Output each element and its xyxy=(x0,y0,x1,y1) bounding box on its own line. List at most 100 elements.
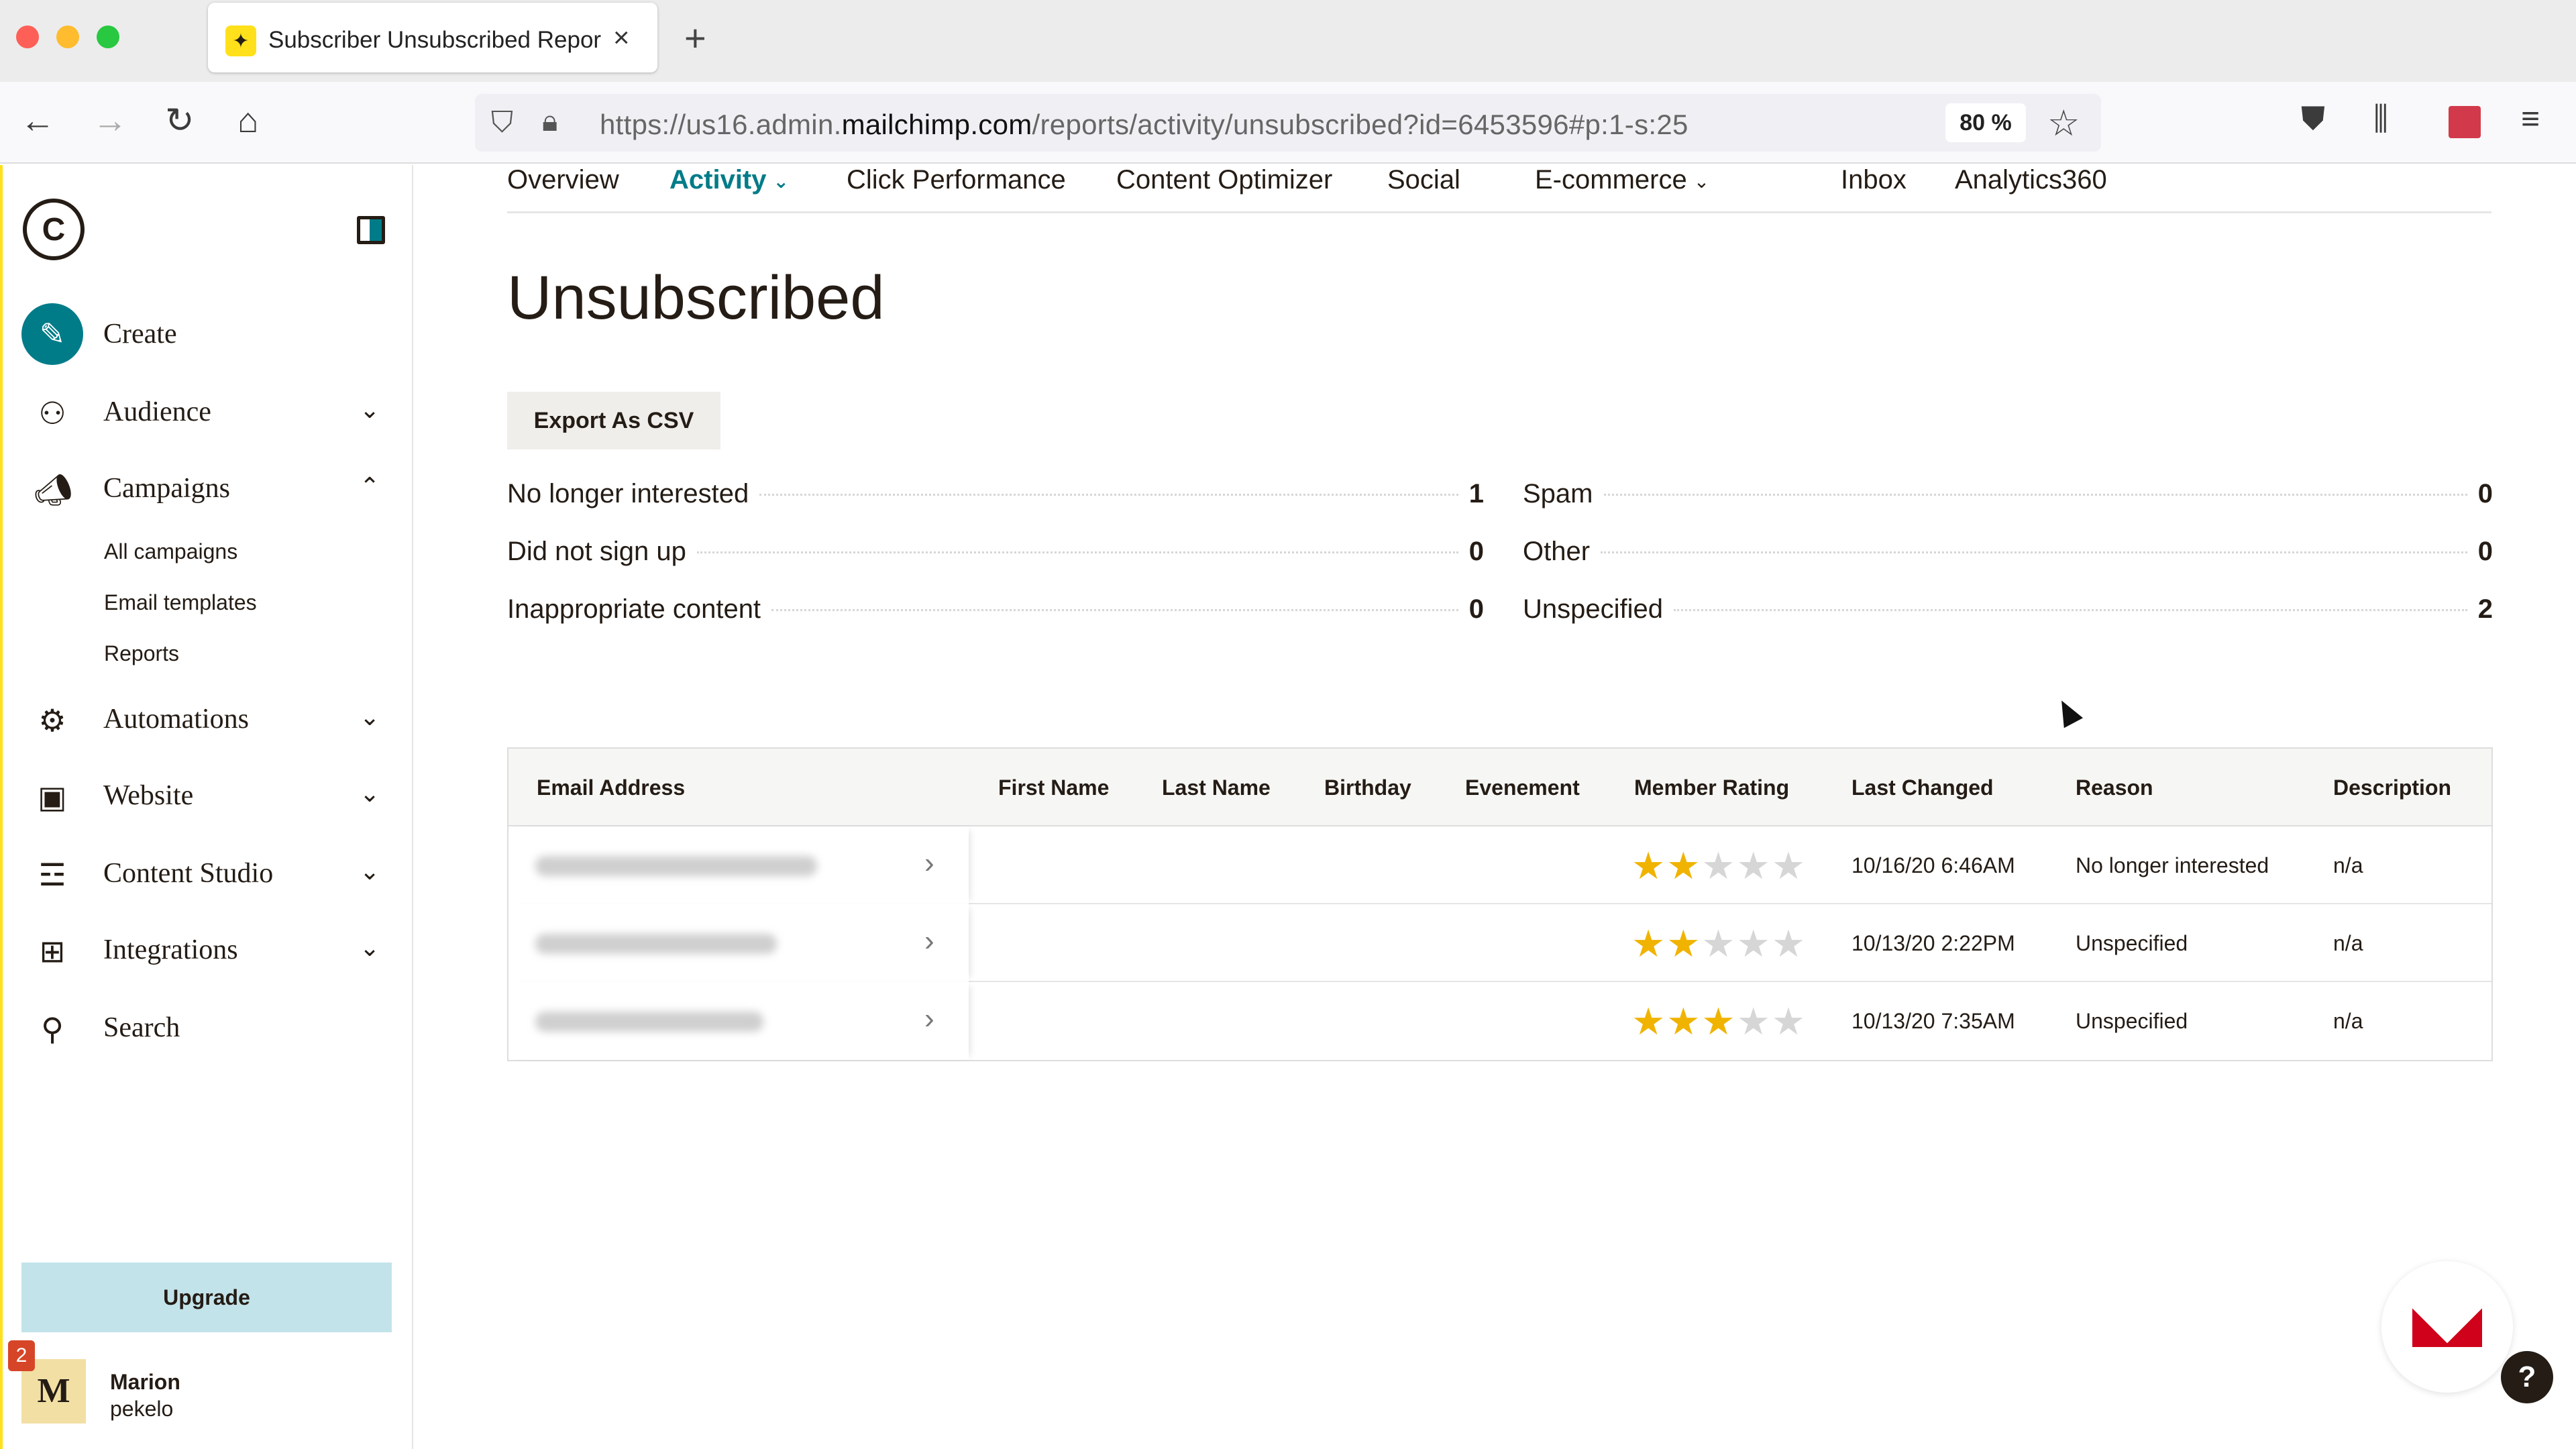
star-filled-icon: ★ xyxy=(1631,845,1667,887)
forward-arrow-icon[interactable]: → xyxy=(93,101,127,141)
back-arrow-icon[interactable]: ← xyxy=(20,101,55,141)
website-icon: ▣ xyxy=(38,780,67,814)
chevron-down-icon: ⌄ xyxy=(773,170,789,192)
tab-inbox[interactable]: Inbox xyxy=(1841,165,1907,195)
stat-label: Did not sign up xyxy=(507,537,686,566)
column-header-last-name[interactable]: Last Name xyxy=(1162,775,1271,800)
reload-icon[interactable]: ↻ xyxy=(165,101,195,141)
sidebar-subitem-all-campaigns[interactable]: All campaigns xyxy=(104,539,237,564)
chat-widget-logo-icon[interactable] xyxy=(2381,1261,2513,1393)
window-close-button[interactable] xyxy=(16,25,39,48)
star-filled-icon: ★ xyxy=(1666,922,1702,965)
sidebar-item-audience[interactable]: ⚇ Audience ⌄ xyxy=(0,381,413,441)
url-text[interactable]: https://us16.admin.mailchimp.com/reports… xyxy=(600,109,1688,141)
zoom-level-badge[interactable]: 80 % xyxy=(1945,103,2026,142)
last-changed-cell: 10/13/20 2:22PM xyxy=(1851,931,2015,955)
help-button[interactable]: ? xyxy=(2501,1351,2553,1403)
stat-row: No longer interested 1 xyxy=(507,479,1484,517)
bookmark-star-icon[interactable]: ☆ xyxy=(2047,102,2080,144)
star-empty-icon: ★ xyxy=(1736,845,1772,887)
table-row[interactable]: › ★★★★★ 10/13/20 7:35AM Unspecified n/a xyxy=(508,982,2491,1060)
sidebar-collapse-icon[interactable] xyxy=(357,216,385,244)
integrations-icon: ⊞ xyxy=(39,934,66,969)
table-header: Email Address First Name Last Name Birth… xyxy=(508,749,2491,826)
stat-row: Unspecified 2 xyxy=(1523,594,2493,632)
report-tabs: Overview Activity ⌄ Click Performance Con… xyxy=(507,165,2491,213)
extension-icon[interactable] xyxy=(2449,106,2481,138)
sidebar-item-campaigns[interactable]: 📣︎ Campaigns ⌃ xyxy=(0,458,413,518)
sidebar-item-label: Create xyxy=(103,319,177,350)
table-row[interactable]: › ★★★★★ 10/16/20 6:46AM No longer intere… xyxy=(508,826,2491,904)
column-header-last-changed[interactable]: Last Changed xyxy=(1851,775,1994,800)
sidebar-item-website[interactable]: ▣ Website ⌄ xyxy=(0,765,413,825)
sidebar-item-content-studio[interactable]: ☲ Content Studio ⌄ xyxy=(0,843,413,903)
stat-value: 1 xyxy=(1468,479,1484,508)
reason-cell: No longer interested xyxy=(2076,853,2269,877)
chevron-right-icon[interactable]: › xyxy=(924,924,934,958)
column-header-evenement[interactable]: Evenement xyxy=(1465,775,1580,800)
sidebar-subitem-email-templates[interactable]: Email templates xyxy=(104,590,257,615)
description-cell: n/a xyxy=(2333,931,2363,955)
sidebar-item-search[interactable]: ⚲ Search xyxy=(0,997,413,1057)
star-empty-icon: ★ xyxy=(1771,922,1807,965)
audience-icon: ⚇ xyxy=(38,396,66,431)
stat-leader-dots xyxy=(1674,609,2467,611)
export-csv-button[interactable]: Export As CSV xyxy=(507,392,720,449)
automations-icon: ⚙ xyxy=(38,703,66,738)
chevron-down-icon: ⌄ xyxy=(360,396,380,423)
column-header-reason[interactable]: Reason xyxy=(2076,775,2153,800)
menu-hamburger-icon[interactable]: ≡ xyxy=(2521,101,2540,138)
stat-leader-dots xyxy=(771,609,1458,611)
browser-tab-active[interactable]: ✦ Subscriber Unsubscribed Repor × xyxy=(208,3,657,72)
chevron-right-icon[interactable]: › xyxy=(924,1002,934,1036)
home-icon[interactable]: ⌂ xyxy=(237,101,258,141)
stat-value: 0 xyxy=(1468,537,1484,566)
new-tab-button[interactable]: + xyxy=(684,16,706,60)
star-filled-icon: ★ xyxy=(1701,1000,1737,1042)
column-header-email[interactable]: Email Address xyxy=(537,775,685,800)
window-minimize-button[interactable] xyxy=(56,25,79,48)
stat-row: Spam 0 xyxy=(1523,479,2493,517)
lock-icon[interactable]: 🔒︎ xyxy=(542,105,557,138)
email-cell[interactable]: › xyxy=(508,904,969,982)
library-icon[interactable]: ⫼ xyxy=(2373,101,2388,138)
email-cell[interactable]: › xyxy=(508,826,969,904)
description-cell: n/a xyxy=(2333,853,2363,877)
last-changed-cell: 10/13/20 7:35AM xyxy=(1851,1009,2015,1033)
email-cell[interactable]: › xyxy=(508,982,969,1060)
sidebar-item-automations[interactable]: ⚙ Automations ⌄ xyxy=(0,688,413,749)
pocket-icon[interactable]: ⛊ xyxy=(2301,101,2325,138)
tab-activity[interactable]: Activity ⌄ xyxy=(669,165,789,195)
star-empty-icon: ★ xyxy=(1736,1000,1772,1042)
sidebar-subitem-reports[interactable]: Reports xyxy=(104,641,179,666)
sidebar-item-integrations[interactable]: ⊞ Integrations ⌄ xyxy=(0,919,413,979)
tab-social[interactable]: Social xyxy=(1387,165,1460,195)
window-zoom-button[interactable] xyxy=(97,25,119,48)
table-row[interactable]: › ★★★★★ 10/13/20 2:22PM Unspecified n/a xyxy=(508,904,2491,982)
sidebar-item-label: Campaigns xyxy=(103,473,230,504)
tab-close-icon[interactable]: × xyxy=(613,21,630,54)
tab-click-performance[interactable]: Click Performance xyxy=(847,165,1066,195)
tab-content-optimizer[interactable]: Content Optimizer xyxy=(1116,165,1332,195)
tracking-shield-icon[interactable]: ⛉ xyxy=(491,106,513,140)
column-header-first-name[interactable]: First Name xyxy=(998,775,1109,800)
column-header-member-rating[interactable]: Member Rating xyxy=(1634,775,1789,800)
address-bar[interactable]: ⛉ 🔒︎ https://us16.admin.mailchimp.com/re… xyxy=(475,94,2101,152)
column-header-birthday[interactable]: Birthday xyxy=(1324,775,1411,800)
tab-analytics360[interactable]: Analytics360 xyxy=(1955,165,2107,195)
mailchimp-logo-icon[interactable]: C xyxy=(23,199,85,260)
star-empty-icon: ★ xyxy=(1736,922,1772,965)
user-name[interactable]: Marion xyxy=(110,1370,180,1395)
upgrade-button[interactable]: Upgrade xyxy=(21,1263,392,1332)
star-filled-icon: ★ xyxy=(1666,1000,1702,1042)
chevron-up-icon: ⌃ xyxy=(360,472,380,500)
star-empty-icon: ★ xyxy=(1771,845,1807,887)
tab-ecommerce[interactable]: E-commerce ⌄ xyxy=(1535,165,1709,195)
stat-label: Inappropriate content xyxy=(507,594,761,624)
notification-badge[interactable]: 2 xyxy=(8,1340,35,1371)
tab-overview[interactable]: Overview xyxy=(507,165,619,195)
chevron-right-icon[interactable]: › xyxy=(924,847,934,880)
sidebar-item-create[interactable]: ✎ Create xyxy=(0,303,413,365)
column-header-description[interactable]: Description xyxy=(2333,775,2451,800)
user-org: pekelo xyxy=(110,1397,174,1421)
